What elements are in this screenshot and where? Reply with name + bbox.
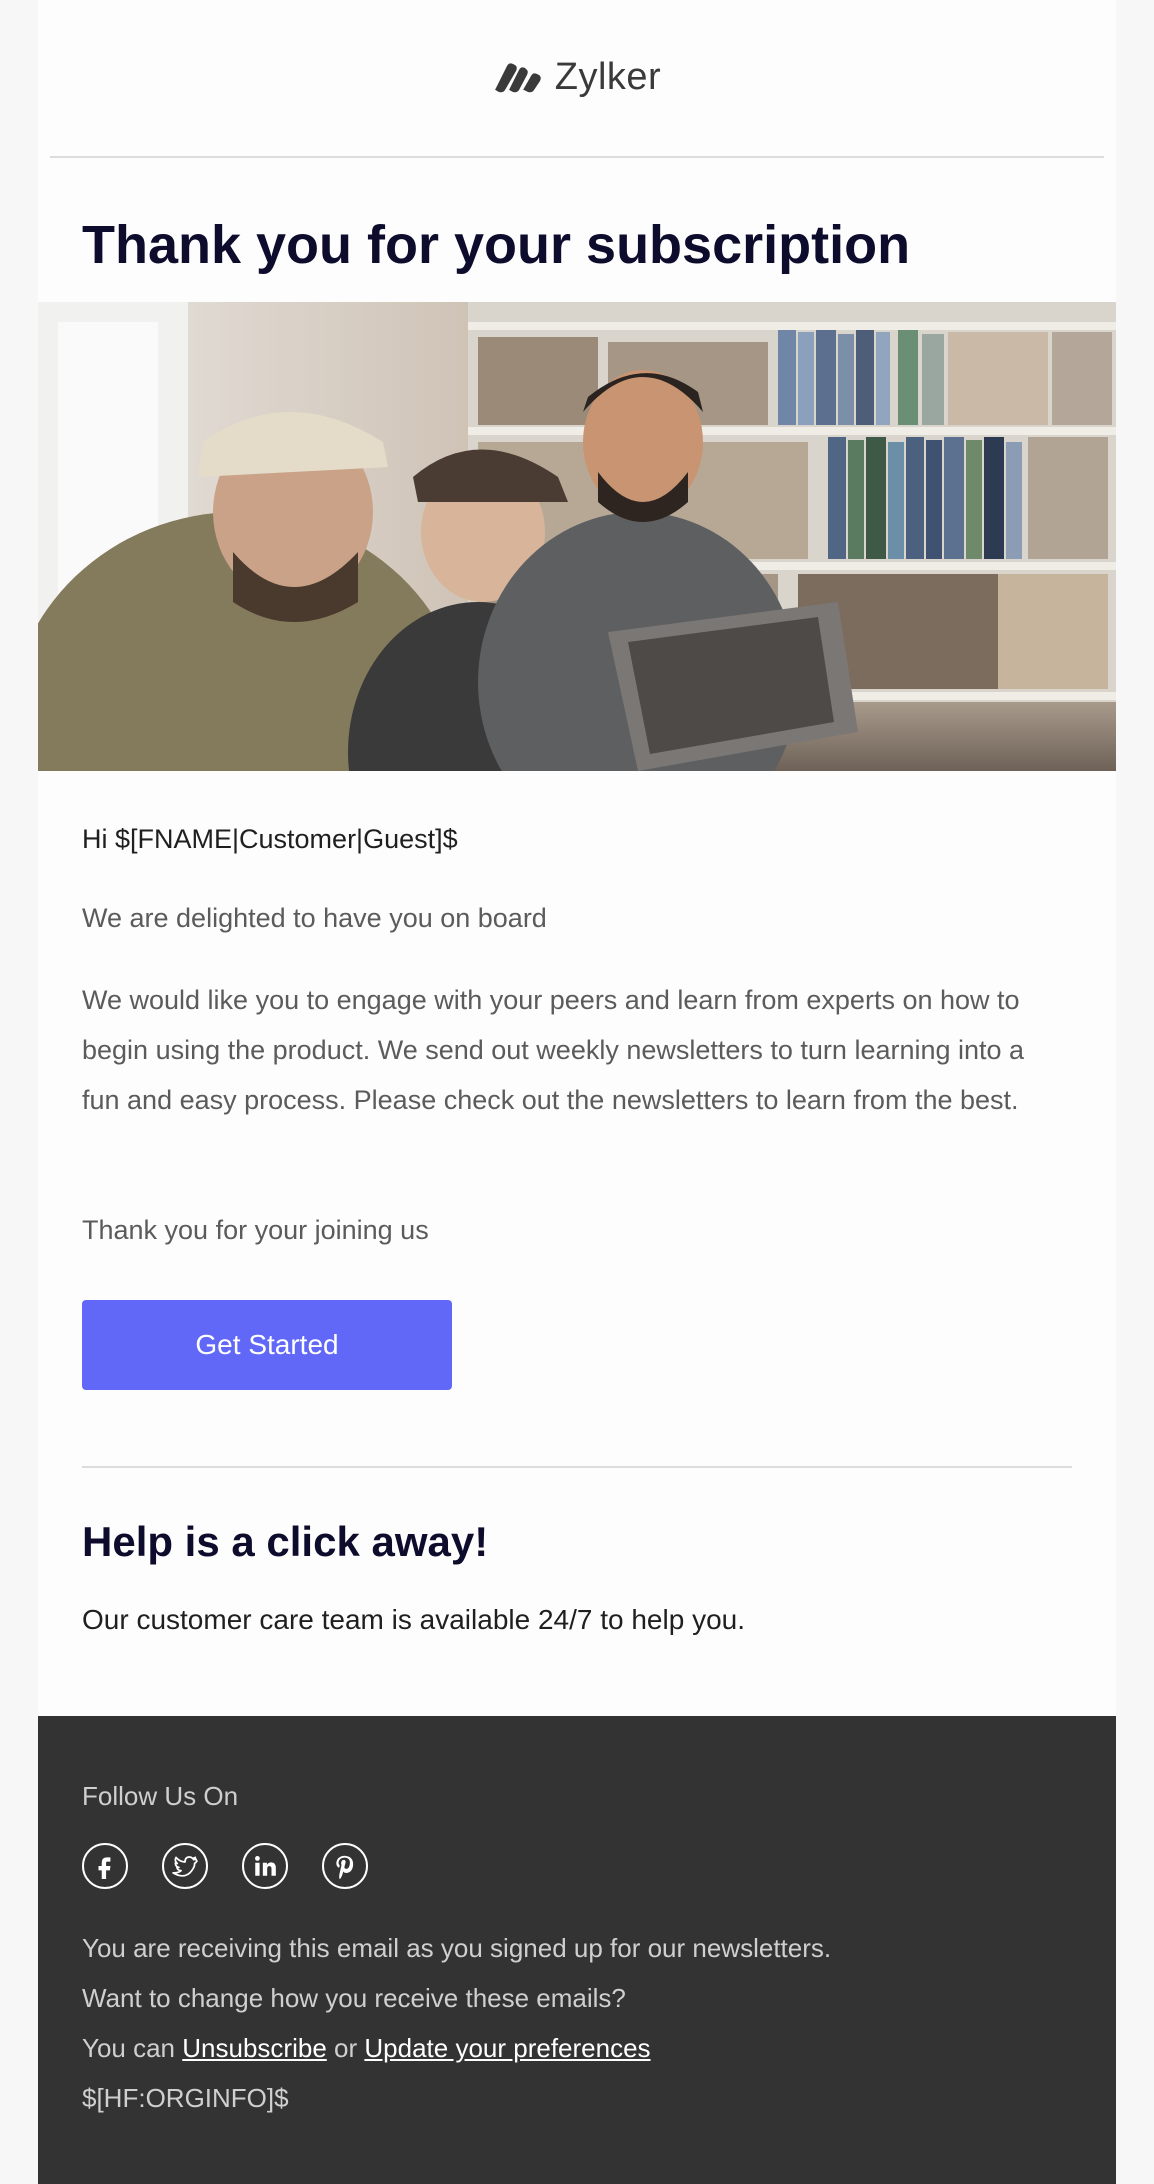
org-info: $[HF:ORGINFO]$ xyxy=(82,2083,289,2113)
hero-image xyxy=(38,302,1116,771)
social-links xyxy=(82,1843,368,1889)
email-header: Zylker xyxy=(38,0,1116,156)
intro-paragraph: We are delighted to have you on board xyxy=(82,903,547,933)
engage-paragraph: We would like you to engage with your pe… xyxy=(82,985,1025,1115)
email-container: Zylker Thank you for your subscription H… xyxy=(38,0,1116,2184)
get-started-button[interactable]: Get Started xyxy=(82,1300,452,1390)
twitter-icon[interactable] xyxy=(162,1843,208,1889)
section-divider xyxy=(82,1466,1072,1468)
update-preferences-link[interactable]: Update your preferences xyxy=(364,2033,650,2063)
or-text: or xyxy=(334,2033,358,2063)
brand-logo[interactable]: Zylker xyxy=(493,56,661,99)
follow-us-label: Follow Us On xyxy=(82,1781,239,1811)
linkedin-icon[interactable] xyxy=(242,1843,288,1889)
header-divider xyxy=(50,156,1104,158)
page-title: Thank you for your subscription xyxy=(82,215,911,275)
unsubscribe-link[interactable]: Unsubscribe xyxy=(182,2033,327,2063)
brand-name: Zylker xyxy=(554,55,662,98)
hero-photo-illustration xyxy=(38,302,1116,771)
receiving-notice: You are receiving this email as you sign… xyxy=(82,1933,832,1963)
help-title: Help is a click away! xyxy=(82,1518,489,1565)
greeting-text: Hi $[FNAME|Customer|Guest]$ xyxy=(82,824,458,854)
manage-subscription-line: You can Unsubscribe or Update your prefe… xyxy=(82,2030,651,2066)
you-can-text: You can xyxy=(82,2033,176,2063)
help-text: Our customer care team is available 24/7… xyxy=(82,1604,746,1635)
facebook-icon[interactable] xyxy=(82,1843,128,1889)
zylker-logo-icon xyxy=(494,63,541,93)
thanks-paragraph: Thank you for your joining us xyxy=(82,1215,429,1245)
email-footer: Follow Us On You are receiving this emai… xyxy=(38,1716,1116,2184)
change-notice: Want to change how you receive these ema… xyxy=(82,1983,626,2013)
pinterest-icon[interactable] xyxy=(322,1843,368,1889)
